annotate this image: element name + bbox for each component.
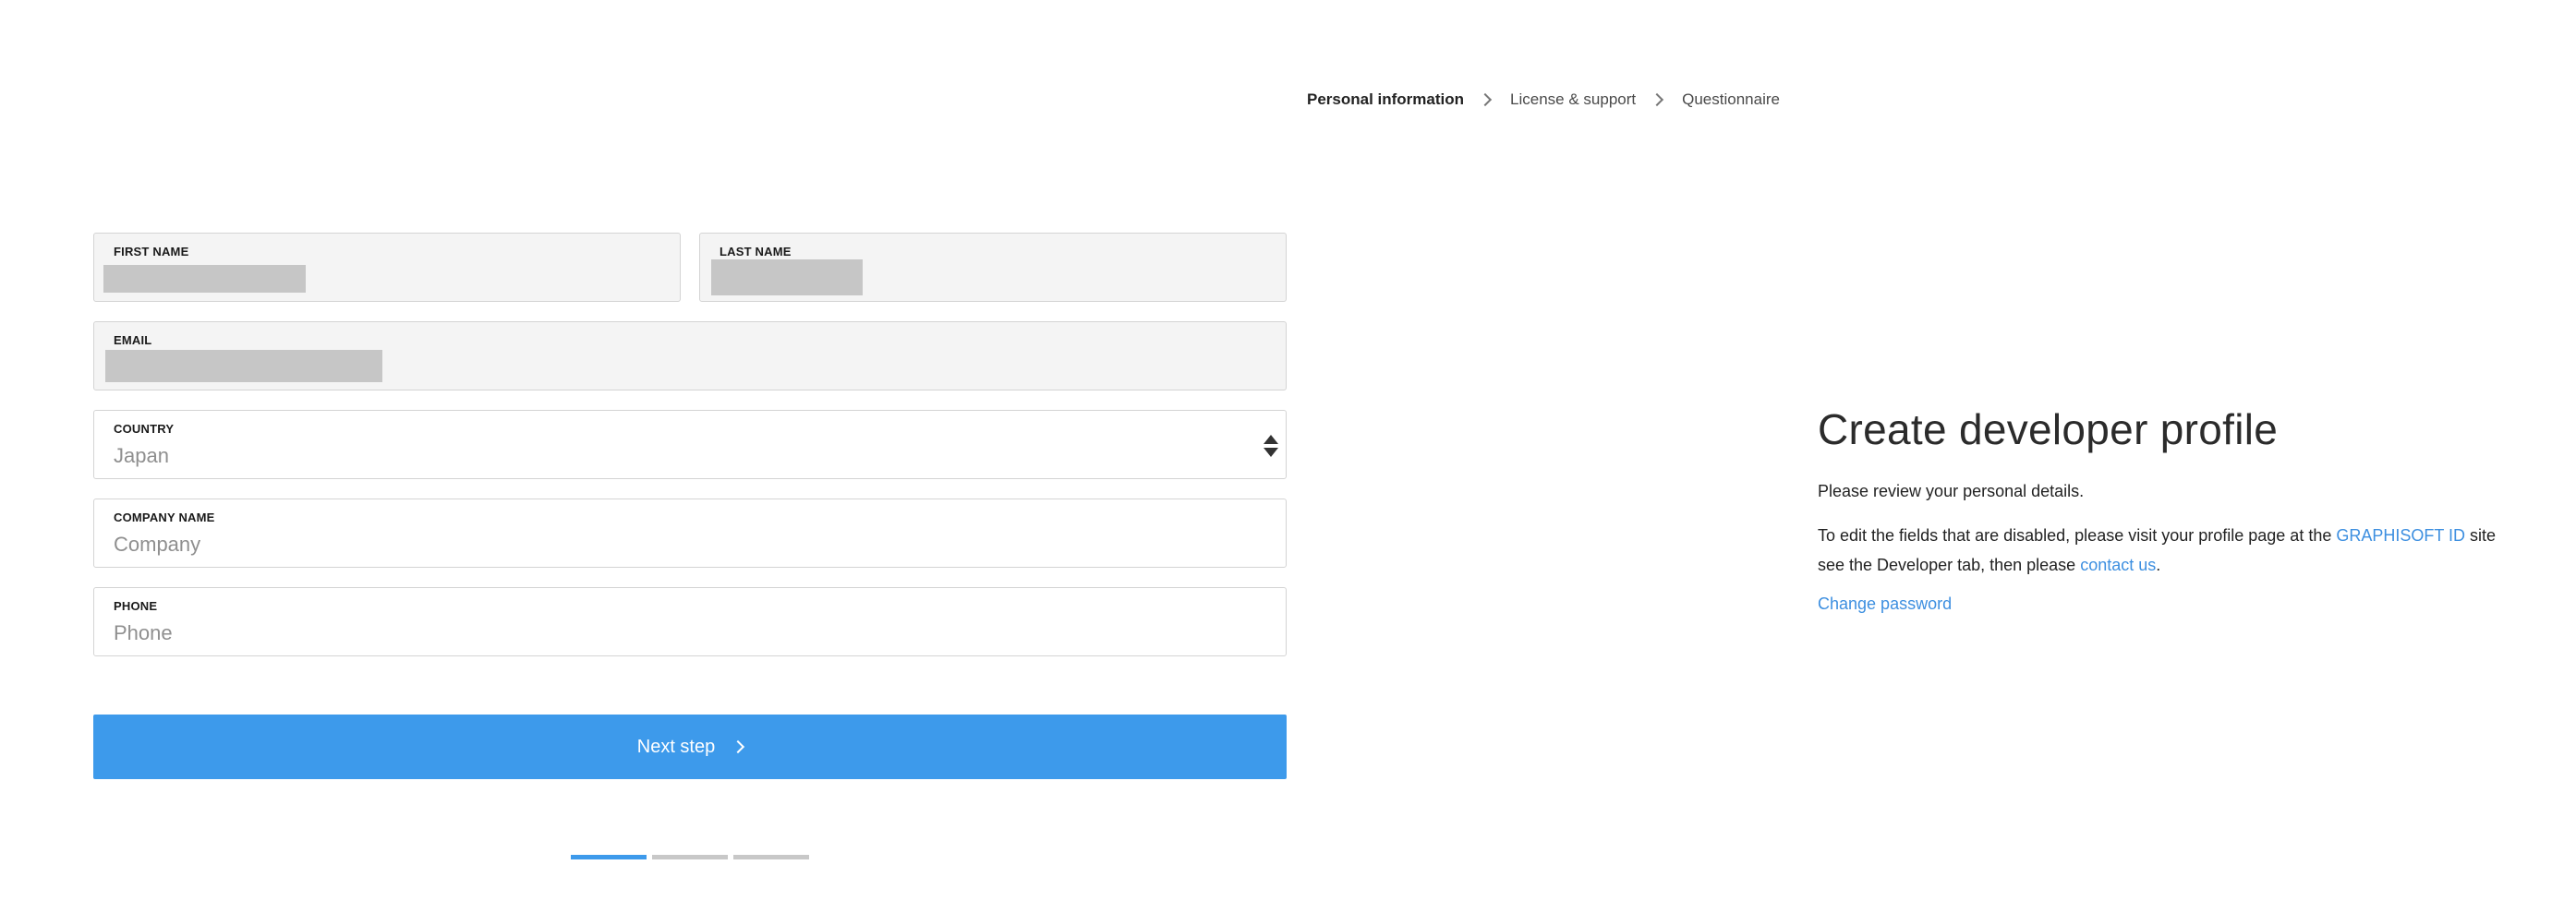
breadcrumb-personal-information: Personal information — [1307, 90, 1465, 108]
edit-text-2: site — [2465, 526, 2497, 545]
change-password-link[interactable]: Change password — [1818, 595, 1952, 614]
email-field[interactable]: EMAIL — [93, 321, 1287, 390]
step-indicator-1 — [571, 855, 647, 859]
next-step-button[interactable]: Next step — [93, 715, 1287, 779]
last-name-field[interactable]: LAST NAME — [699, 233, 1287, 302]
intro-text: Please review your personal details. — [1818, 482, 2085, 500]
company-name-placeholder: Company — [114, 533, 201, 556]
last-name-redacted-value — [711, 259, 863, 295]
page: Personal information License & support Q… — [0, 0, 2576, 913]
breadcrumb: Personal information License & support Q… — [1307, 90, 1780, 109]
edit-instructions-line-2: see the Developer tab, then please conta… — [1818, 550, 2576, 580]
country-value: Japan — [114, 444, 169, 467]
step-progress — [571, 855, 815, 859]
chevron-right-icon — [1651, 92, 1664, 107]
graphisoft-id-link[interactable]: GRAPHISOFT ID — [2336, 526, 2465, 545]
phone-field[interactable]: PHONE Phone — [93, 587, 1287, 656]
phone-label: PHONE — [114, 599, 158, 613]
company-name-field[interactable]: COMPANY NAME Company — [93, 499, 1287, 568]
phone-placeholder: Phone — [114, 621, 173, 644]
chevron-right-icon — [1478, 92, 1493, 107]
step-indicator-3 — [733, 855, 809, 859]
edit-text-3: see the Developer tab, then please — [1818, 556, 2081, 574]
info-panel: Create developer profile Please review y… — [1818, 404, 2576, 614]
page-title: Create developer profile — [1818, 405, 2279, 453]
first-name-redacted-value — [103, 265, 306, 293]
select-arrows-icon — [1264, 435, 1278, 457]
contact-us-link[interactable]: contact us — [2080, 556, 2156, 574]
next-step-label: Next step — [636, 736, 716, 757]
breadcrumb-license-support: License & support — [1510, 90, 1637, 108]
edit-text-4: . — [2156, 556, 2161, 574]
email-label: EMAIL — [114, 333, 152, 347]
step-indicator-2 — [652, 855, 728, 859]
edit-text-1: To edit the fields that are disabled, pl… — [1818, 526, 2337, 545]
first-name-field[interactable]: FIRST NAME — [93, 233, 681, 302]
first-name-label: FIRST NAME — [114, 245, 189, 258]
edit-instructions-line-1: To edit the fields that are disabled, pl… — [1818, 521, 2576, 550]
country-label: COUNTRY — [114, 422, 175, 436]
last-name-label: LAST NAME — [720, 245, 792, 258]
country-select[interactable]: COUNTRY Japan — [93, 410, 1287, 479]
chevron-right-icon — [732, 739, 745, 754]
company-name-label: COMPANY NAME — [114, 511, 215, 524]
email-redacted-value — [105, 350, 382, 382]
breadcrumb-questionnaire: Questionnaire — [1682, 90, 1780, 108]
